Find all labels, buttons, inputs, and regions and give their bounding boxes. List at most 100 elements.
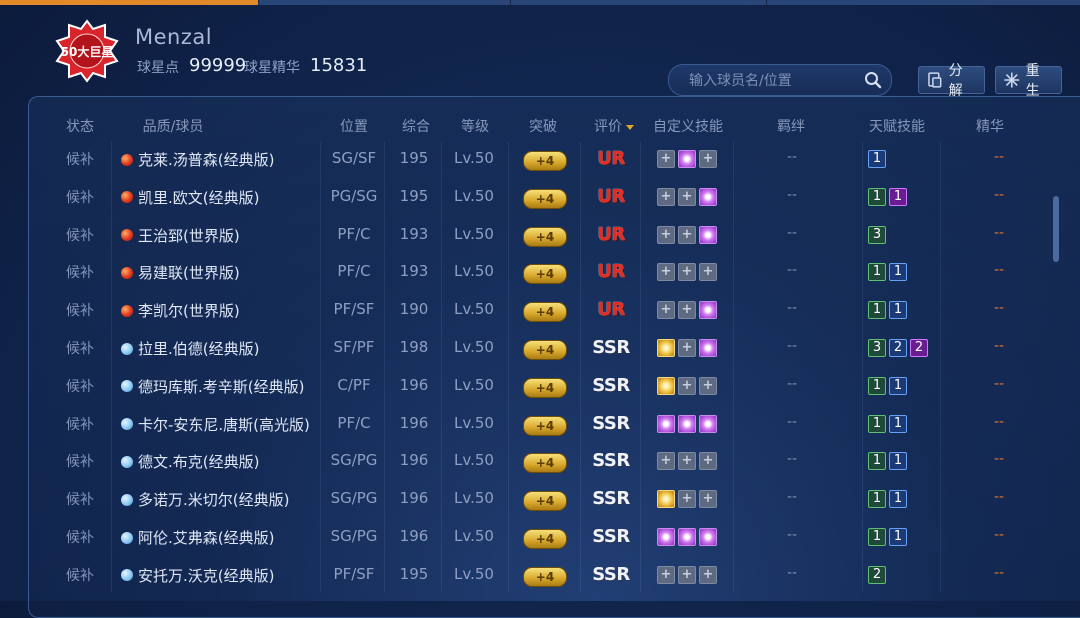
add-skill-icon[interactable]: + bbox=[699, 263, 717, 282]
talent-badge[interactable]: 1 bbox=[868, 528, 886, 546]
gold-skill-icon[interactable] bbox=[657, 376, 675, 395]
talent-badge[interactable]: 3 bbox=[868, 225, 886, 244]
player-cell[interactable]: 安托万.沃克(经典版) bbox=[121, 565, 274, 586]
purple-skill-icon[interactable] bbox=[678, 150, 696, 168]
header-status[interactable]: 状态 bbox=[66, 116, 94, 136]
player-cell[interactable]: 拉里.伯德(经典版) bbox=[121, 338, 259, 359]
add-skill-icon[interactable]: + bbox=[678, 263, 696, 282]
talent-badge[interactable]: 1 bbox=[868, 376, 886, 395]
table-row[interactable]: 候补 李凯尔(世界版) PF/SF 190 Lv.50 +4 UR + + -- 1 1 -- bbox=[0, 291, 1080, 329]
header-position[interactable]: 位置 bbox=[340, 116, 368, 136]
header-essence[interactable]: 精华 bbox=[976, 116, 1004, 136]
add-skill-icon[interactable]: + bbox=[678, 565, 696, 584]
talent-badge[interactable]: 1 bbox=[889, 301, 907, 320]
talent-badge[interactable]: 1 bbox=[868, 301, 886, 320]
table-row[interactable]: 候补 凯里.欧文(经典版) PG/SG 195 Lv.50 +4 UR + + -- 1 1 -- bbox=[0, 178, 1080, 216]
player-cell[interactable]: 阿伦.艾弗森(经典版) bbox=[121, 527, 274, 548]
header-level[interactable]: 等级 bbox=[461, 116, 489, 136]
add-skill-icon[interactable]: + bbox=[678, 301, 696, 320]
talent-badge[interactable]: 1 bbox=[889, 528, 907, 546]
add-skill-icon[interactable]: + bbox=[699, 150, 717, 168]
talent-badge[interactable]: 1 bbox=[889, 187, 907, 206]
header-grade[interactable]: 评价 bbox=[594, 116, 634, 136]
purple-skill-icon[interactable] bbox=[699, 225, 717, 244]
purple-skill-icon[interactable] bbox=[678, 528, 696, 546]
player-cell[interactable]: 李凯尔(世界版) bbox=[121, 300, 240, 321]
talent-badge[interactable]: 1 bbox=[868, 187, 886, 206]
table-row[interactable]: 候补 阿伦.艾弗森(经典版) SG/PG 196 Lv.50 +4 SSR -- 1 1 -- bbox=[0, 518, 1080, 556]
gold-skill-icon[interactable] bbox=[657, 339, 675, 357]
table-row[interactable]: 候补 王治郅(世界版) PF/C 193 Lv.50 +4 UR + + -- 3 -- bbox=[0, 216, 1080, 254]
talent-badge[interactable]: 1 bbox=[868, 490, 886, 509]
talent-badge[interactable]: 1 bbox=[889, 490, 907, 509]
table-row[interactable]: 候补 德玛库斯.考辛斯(经典版) C/PF 196 Lv.50 +4 SSR + + -- 1 1 -- bbox=[0, 367, 1080, 405]
purple-skill-icon[interactable] bbox=[699, 339, 717, 357]
talent-badge[interactable]: 2 bbox=[868, 565, 886, 584]
add-skill-icon[interactable]: + bbox=[657, 150, 675, 168]
header-bond[interactable]: 羁绊 bbox=[777, 116, 805, 136]
player-cell[interactable]: 克莱.汤普森(经典版) bbox=[121, 149, 274, 170]
talent-badge[interactable]: 2 bbox=[889, 339, 907, 357]
table-row[interactable]: 候补 拉里.伯德(经典版) SF/PF 198 Lv.50 +4 SSR + -- 3 2 2 -- bbox=[0, 329, 1080, 367]
table-row[interactable]: 候补 德文.布克(经典版) SG/PG 196 Lv.50 +4 SSR + + + -- 1 1 -- bbox=[0, 442, 1080, 480]
table-row[interactable]: 候补 克莱.汤普森(经典版) SG/SF 195 Lv.50 +4 UR + + -- 1 -- bbox=[0, 140, 1080, 178]
talent-badge[interactable]: 2 bbox=[910, 339, 928, 357]
player-cell[interactable]: 德玛库斯.考辛斯(经典版) bbox=[121, 376, 304, 397]
add-skill-icon[interactable]: + bbox=[699, 565, 717, 584]
table-row[interactable]: 候补 安托万.沃克(经典版) PF/SF 195 Lv.50 +4 SSR + + + -- 2 -- bbox=[0, 556, 1080, 594]
player-cell[interactable]: 德文.布克(经典版) bbox=[121, 451, 259, 472]
gold-skill-icon[interactable] bbox=[657, 490, 675, 509]
add-skill-icon[interactable]: + bbox=[657, 565, 675, 584]
talent-badge[interactable]: 1 bbox=[868, 452, 886, 471]
list-scrollbar[interactable] bbox=[1053, 196, 1059, 262]
tab-4[interactable] bbox=[766, 0, 1080, 5]
talent-badge[interactable]: 1 bbox=[889, 263, 907, 282]
add-skill-icon[interactable]: + bbox=[657, 187, 675, 206]
purple-skill-icon[interactable] bbox=[657, 528, 675, 546]
purple-skill-icon[interactable] bbox=[699, 187, 717, 206]
rebirth-button[interactable]: 重生 bbox=[995, 63, 1062, 99]
add-skill-icon[interactable]: + bbox=[678, 339, 696, 357]
add-skill-icon[interactable]: + bbox=[678, 490, 696, 509]
add-skill-icon[interactable]: + bbox=[678, 376, 696, 395]
add-skill-icon[interactable]: + bbox=[699, 490, 717, 509]
purple-skill-icon[interactable] bbox=[699, 528, 717, 546]
purple-skill-icon[interactable] bbox=[699, 414, 717, 433]
talent-badge[interactable]: 1 bbox=[889, 376, 907, 395]
header-talent-skills[interactable]: 天赋技能 bbox=[869, 116, 925, 136]
decompose-button[interactable]: 分解 bbox=[918, 63, 985, 99]
add-skill-icon[interactable]: + bbox=[678, 225, 696, 244]
table-row[interactable]: 候补 易建联(世界版) PF/C 193 Lv.50 +4 UR + + + -- 1 1 -- bbox=[0, 253, 1080, 291]
purple-skill-icon[interactable] bbox=[657, 414, 675, 433]
search-box[interactable] bbox=[668, 64, 892, 96]
add-skill-icon[interactable]: + bbox=[657, 225, 675, 244]
player-cell[interactable]: 多诺万.米切尔(经典版) bbox=[121, 489, 289, 510]
talent-badge[interactable]: 1 bbox=[868, 150, 886, 168]
header-custom-skills[interactable]: 自定义技能 bbox=[653, 116, 723, 136]
talent-badge[interactable]: 3 bbox=[868, 339, 886, 357]
tab-active-indicator[interactable] bbox=[0, 0, 258, 5]
search-input[interactable] bbox=[687, 69, 861, 93]
tab-3[interactable] bbox=[510, 0, 767, 5]
player-cell[interactable]: 凯里.欧文(经典版) bbox=[121, 187, 259, 208]
search-icon[interactable] bbox=[864, 71, 882, 89]
player-cell[interactable]: 王治郅(世界版) bbox=[121, 225, 240, 246]
table-row[interactable]: 候补 卡尔-安东尼.唐斯(高光版) PF/C 196 Lv.50 +4 SSR -- 1 1 -- bbox=[0, 405, 1080, 443]
tab-2[interactable] bbox=[258, 0, 511, 5]
header-breakthrough[interactable]: 突破 bbox=[529, 116, 557, 136]
add-skill-icon[interactable]: + bbox=[678, 452, 696, 471]
talent-badge[interactable]: 1 bbox=[889, 452, 907, 471]
talent-badge[interactable]: 1 bbox=[868, 414, 886, 433]
player-cell[interactable]: 卡尔-安东尼.唐斯(高光版) bbox=[121, 414, 310, 435]
talent-badge[interactable]: 1 bbox=[889, 414, 907, 433]
header-quality-player[interactable]: 品质/球员 bbox=[143, 116, 204, 136]
add-skill-icon[interactable]: + bbox=[699, 452, 717, 471]
purple-skill-icon[interactable] bbox=[699, 301, 717, 320]
purple-skill-icon[interactable] bbox=[678, 414, 696, 433]
add-skill-icon[interactable]: + bbox=[699, 376, 717, 395]
header-overall[interactable]: 综合 bbox=[402, 116, 430, 136]
table-row[interactable]: 候补 多诺万.米切尔(经典版) SG/PG 196 Lv.50 +4 SSR + + -- 1 1 -- bbox=[0, 480, 1080, 518]
add-skill-icon[interactable]: + bbox=[657, 263, 675, 282]
add-skill-icon[interactable]: + bbox=[657, 301, 675, 320]
player-cell[interactable]: 易建联(世界版) bbox=[121, 262, 240, 283]
